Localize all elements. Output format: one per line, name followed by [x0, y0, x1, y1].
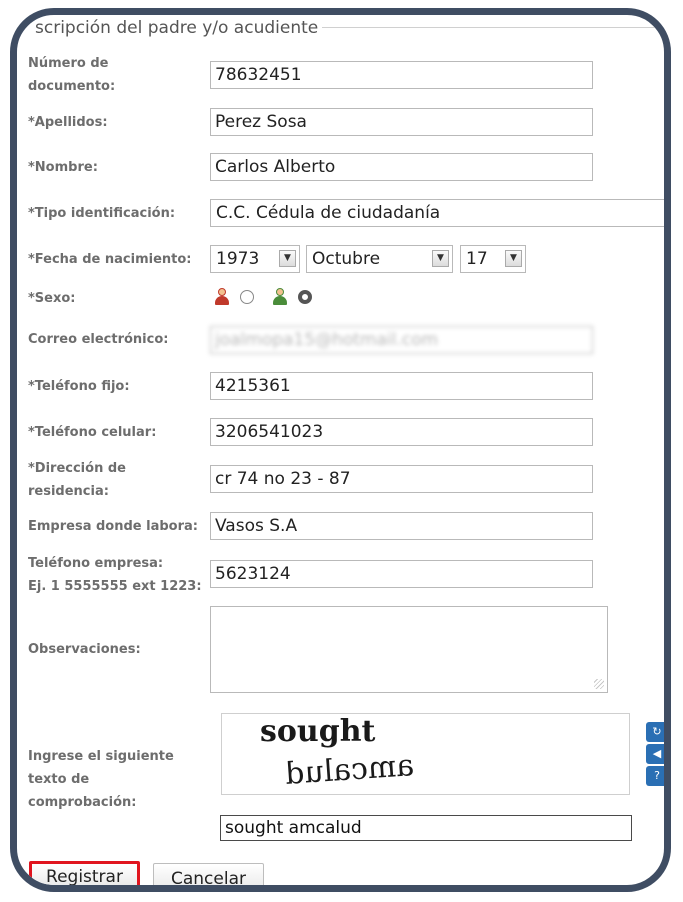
female-icon	[214, 288, 230, 306]
label-fecha-nacimiento: *Fecha de nacimiento:	[28, 252, 192, 267]
month-select[interactable]: Octubre ▼	[306, 245, 453, 273]
label-empresa: Empresa donde labora:	[28, 519, 198, 534]
nombre-input[interactable]: Carlos Alberto	[210, 153, 593, 181]
label-apellidos: *Apellidos:	[28, 115, 108, 130]
month-value: Octubre	[312, 249, 381, 269]
label-sexo: *Sexo:	[28, 291, 76, 306]
captcha-input[interactable]: sought amcalud	[220, 815, 632, 841]
form-content: scripción del padre y/o acudiente Número…	[17, 15, 664, 885]
captcha-tools: ↻ ◀ ?	[646, 722, 664, 786]
label-nombre: *Nombre:	[28, 160, 98, 175]
direccion-input[interactable]: cr 74 no 23 - 87	[210, 465, 593, 493]
label-telefono-celular: *Teléfono celular:	[28, 425, 157, 440]
label-captcha: Ingrese el siguiente texto de comprobaci…	[28, 749, 174, 810]
male-radio[interactable]	[298, 290, 312, 304]
label-observaciones: Observaciones:	[28, 642, 141, 657]
tipo-identificacion-select[interactable]: C.C. Cédula de ciudadanía	[210, 199, 664, 227]
year-value: 1973	[216, 249, 260, 269]
female-radio[interactable]	[240, 290, 254, 304]
apellidos-input[interactable]: Perez Sosa	[210, 108, 593, 136]
label-telefono-empresa: Teléfono empresa: Ej. 1 5555555 ext 1223…	[28, 556, 202, 594]
empresa-input[interactable]: Vasos S.A	[210, 512, 593, 540]
chevron-down-icon: ▼	[432, 250, 449, 267]
refresh-icon[interactable]: ↻	[646, 722, 664, 742]
audio-icon[interactable]: ◀	[646, 744, 664, 764]
resize-grip-icon[interactable]	[594, 679, 604, 689]
telefono-empresa-input[interactable]: 5623124	[210, 560, 593, 588]
male-icon	[272, 288, 288, 306]
captcha-image: sought amcalud	[221, 713, 630, 795]
day-value: 17	[466, 249, 488, 269]
captcha-word-2: amcalud	[283, 748, 416, 792]
observaciones-textarea[interactable]	[210, 606, 608, 693]
label-correo: Correo electrónico:	[28, 332, 169, 347]
captcha-word-1: sought	[260, 714, 376, 749]
documento-input[interactable]: 78632451	[210, 61, 593, 89]
label-direccion: *Dirección de residencia:	[28, 461, 126, 499]
chevron-down-icon: ▼	[505, 250, 522, 267]
day-select[interactable]: 17 ▼	[460, 245, 526, 273]
cancel-button[interactable]: Cancelar	[153, 863, 264, 885]
rounded-frame: scripción del padre y/o acudiente Número…	[10, 8, 671, 892]
help-icon[interactable]: ?	[646, 766, 664, 786]
correo-input[interactable]: joalmopa15@hotmail.com	[210, 326, 593, 354]
label-documento: Número de documento:	[28, 56, 116, 94]
telefono-fijo-input[interactable]: 4215361	[210, 372, 593, 400]
label-tipo-identificacion: *Tipo identificación:	[28, 206, 176, 221]
year-select[interactable]: 1973 ▼	[210, 245, 300, 273]
label-telefono-fijo: *Teléfono fijo:	[28, 379, 130, 394]
tipo-identificacion-value: C.C. Cédula de ciudadanía	[216, 203, 441, 223]
telefono-celular-input[interactable]: 3206541023	[210, 418, 593, 446]
register-button[interactable]: Registrar	[29, 861, 140, 885]
chevron-down-icon: ▼	[279, 250, 296, 267]
fieldset-legend: scripción del padre y/o acudiente	[35, 18, 323, 38]
